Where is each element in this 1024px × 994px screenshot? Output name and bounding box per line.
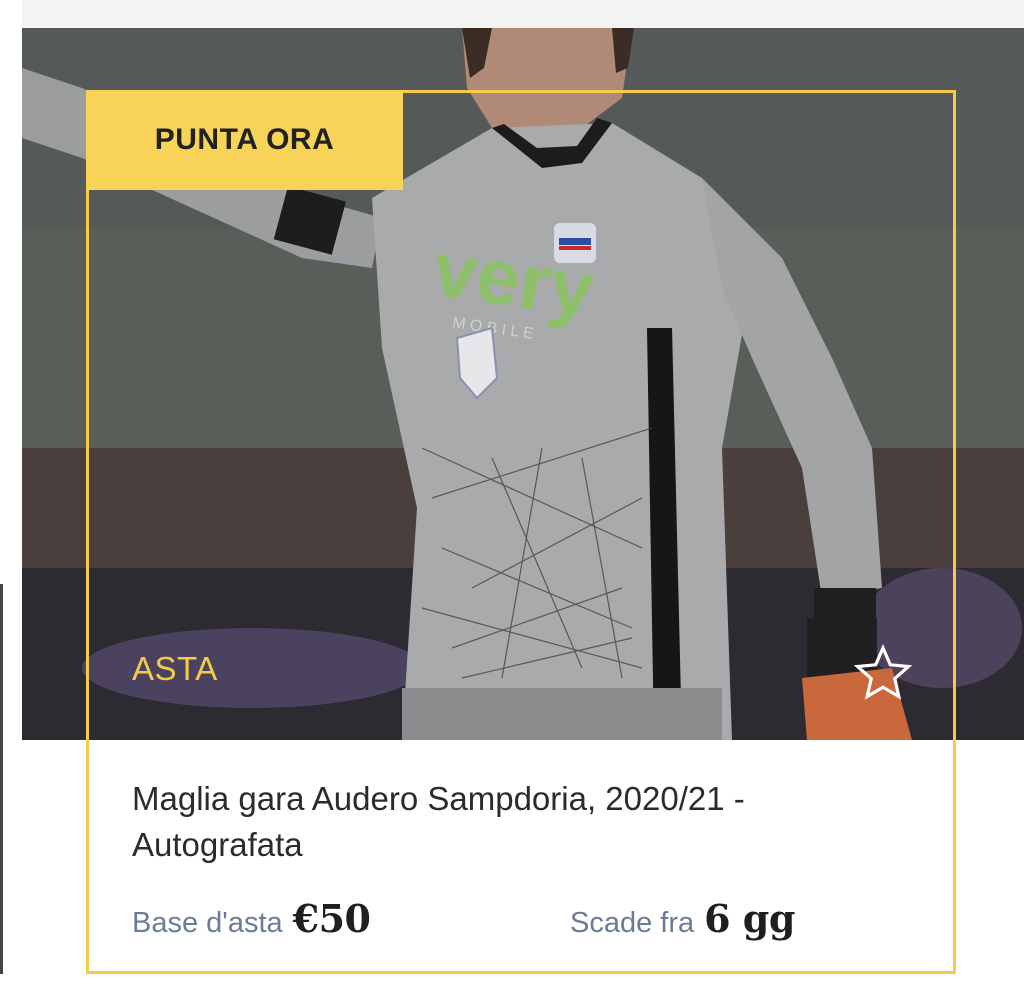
- bid-now-button[interactable]: PUNTA ORA: [86, 90, 403, 190]
- adjacent-card-border: [0, 584, 3, 974]
- page: very M O B I L E: [0, 0, 1024, 994]
- base-price-label: Base d'asta: [132, 907, 283, 939]
- adjacent-card-edge: [0, 0, 22, 994]
- expiry-label: Scade fra: [570, 907, 695, 939]
- category-badge: ASTA: [132, 650, 218, 687]
- expiry-value: 6 gg: [704, 896, 795, 941]
- item-title[interactable]: Maglia gara Audero Sampdoria, 2020/21 - …: [132, 776, 912, 868]
- base-price-value: €50: [292, 896, 371, 941]
- star-outline-icon[interactable]: [852, 642, 914, 704]
- base-price-group: Base d'asta €50: [132, 896, 371, 941]
- auction-card[interactable]: very M O B I L E: [22, 28, 1024, 994]
- expiry-group: Scade fra 6 gg: [570, 896, 795, 941]
